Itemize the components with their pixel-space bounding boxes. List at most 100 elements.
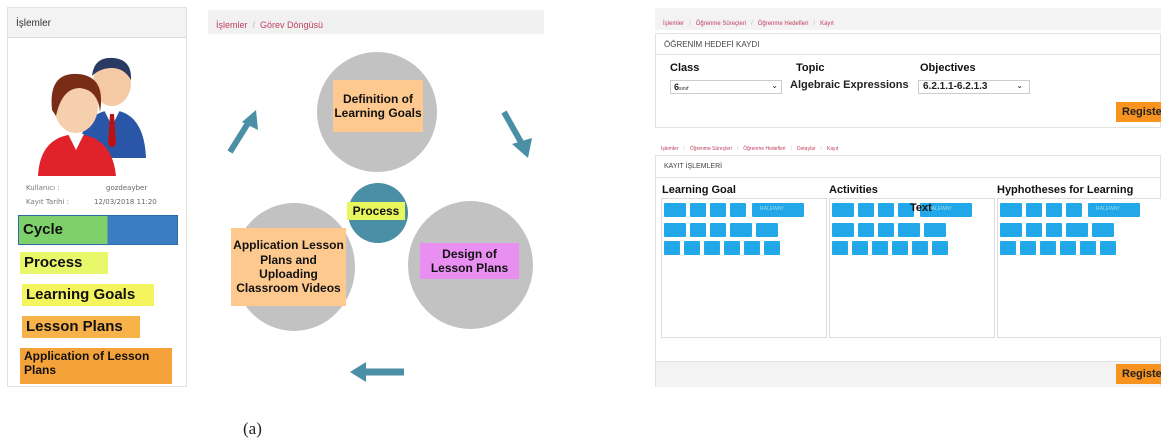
breadcrumb-item[interactable]: İşlemler <box>216 20 248 30</box>
node-design-of-lesson-plans[interactable]: Design of Lesson Plans <box>420 243 519 279</box>
font-select[interactable]: RALEWAY <box>752 203 804 217</box>
editor-toolbar-button[interactable] <box>1000 241 1016 255</box>
editor-toolbar-button[interactable] <box>664 203 686 217</box>
bold-button[interactable] <box>1026 203 1042 217</box>
hypotheses-editor[interactable]: RALEWAY <box>997 198 1161 338</box>
breadcrumb-item[interactable]: Detaylar <box>797 146 816 152</box>
editor-toolbar-button[interactable] <box>744 241 760 255</box>
menu-process[interactable]: Process <box>20 252 108 274</box>
chevron-down-icon: ⌄ <box>1016 81 1023 90</box>
menu-lesson-plans[interactable]: Lesson Plans <box>22 316 140 338</box>
font-select-label: RALEWAY <box>1096 206 1120 212</box>
objectives-label: Objectives <box>920 62 976 74</box>
breadcrumb-item[interactable]: Görev Döngüsü <box>260 20 323 30</box>
editor-toolbar-button[interactable] <box>756 223 778 237</box>
editor-toolbar-button[interactable] <box>898 223 920 237</box>
underline-button[interactable] <box>878 203 894 217</box>
form-top-breadcrumb-bar: İşlemler / Öğrenme Süreçleri / Öğrenme Hedef… <box>655 8 1161 30</box>
breadcrumb-item[interactable]: İşlemler <box>661 146 679 152</box>
form-bottom-breadcrumb-bar: İşlemler / Öğrenme Süreçleri / Öğrenme Hedef… <box>655 135 1161 152</box>
bold-button[interactable] <box>858 203 874 217</box>
editor-toolbar-button[interactable] <box>832 241 848 255</box>
editor-toolbar-button[interactable] <box>1000 223 1022 237</box>
italic-button[interactable] <box>1066 203 1082 217</box>
breadcrumb: İşlemler / Öğrenme Süreçleri / Öğrenme Hedef… <box>663 21 834 27</box>
chevron-down-icon: ⌄ <box>771 81 778 90</box>
arrow-left-icon <box>350 362 404 382</box>
editor-toolbar-button[interactable] <box>912 241 928 255</box>
diagram-breadcrumb-bar: İşlemler / Görev Döngüsü <box>208 10 544 34</box>
editor-toolbar-button[interactable] <box>730 223 752 237</box>
node-application-lesson-plans[interactable]: Application Lesson Plans and Uploading C… <box>231 228 346 306</box>
editor-toolbar-button[interactable] <box>832 223 854 237</box>
node-definition-of-learning-goals[interactable]: Definition of Learning Goals <box>333 80 423 132</box>
editor-toolbar-button[interactable] <box>1040 241 1056 255</box>
editor-toolbar-button[interactable] <box>690 223 706 237</box>
menu-process-label: Process <box>24 254 83 271</box>
register-button[interactable]: Register <box>1116 364 1161 384</box>
arrow-up-right-icon <box>227 110 258 154</box>
editor-toolbar-button[interactable] <box>704 241 720 255</box>
editor-toolbar-button[interactable] <box>764 241 780 255</box>
editor-toolbar-button[interactable] <box>858 223 874 237</box>
form-bottom-title: KAYIT İŞLEMLERİ <box>664 163 723 170</box>
underline-button[interactable] <box>1046 203 1062 217</box>
font-select-label: RALEWAY <box>760 206 784 212</box>
class-select-suffix: sınıf <box>679 86 689 92</box>
menu-application[interactable]: Application of Lesson Plans <box>20 348 172 384</box>
bold-button[interactable] <box>690 203 706 217</box>
editor-toolbar-button[interactable] <box>710 223 726 237</box>
breadcrumb-item[interactable]: Öğrenme Süreçleri <box>690 146 732 152</box>
editor-toolbar-button[interactable] <box>664 223 686 237</box>
menu-cycle[interactable]: Cycle <box>18 215 178 245</box>
topic-label: Topic <box>796 62 825 74</box>
sidebar-panel: İşlemler Kullanıcı : gozdeayber Kayıt Ta… <box>7 7 187 387</box>
activities-editor[interactable]: RALEWAY Text <box>829 198 995 338</box>
objectives-select-value: 6.2.1.1-6.2.1.3 <box>923 81 988 92</box>
editor-toolbar-button[interactable] <box>1020 241 1036 255</box>
breadcrumb-item[interactable]: Öğrenme Hedefleri <box>743 146 785 152</box>
editor-toolbar-button[interactable] <box>878 223 894 237</box>
user-label: Kullanıcı : <box>26 184 60 192</box>
editor-toolbar-button[interactable] <box>872 241 888 255</box>
form-top-panel: ÖĞRENİM HEDEFİ KAYDI Class Topic Objecti… <box>655 33 1161 128</box>
editor-toolbar-button[interactable] <box>724 241 740 255</box>
editor-toolbar-button[interactable] <box>1046 223 1062 237</box>
breadcrumb-item[interactable]: Kayıt <box>820 21 834 27</box>
avatar <box>34 48 164 178</box>
topic-field[interactable]: Algebraic Expressions <box>790 79 909 91</box>
underline-button[interactable] <box>710 203 726 217</box>
editor-toolbar-button[interactable] <box>892 241 908 255</box>
menu-application-label: Application of Lesson Plans <box>24 349 150 377</box>
learning-goal-editor[interactable]: RALEWAY <box>661 198 827 338</box>
editor-toolbar-button[interactable] <box>832 203 854 217</box>
class-label: Class <box>670 62 700 74</box>
breadcrumb-item[interactable]: İşlemler <box>663 21 684 27</box>
editor-toolbar-button[interactable] <box>932 241 948 255</box>
editor-toolbar-button[interactable] <box>1092 223 1114 237</box>
breadcrumb-item[interactable]: Kayıt <box>827 146 838 152</box>
editor-toolbar-button[interactable] <box>1060 241 1076 255</box>
editor-toolbar-button[interactable] <box>1026 223 1042 237</box>
breadcrumb: İşlemler / Öğrenme Süreçleri / Öğrenme Hedef… <box>661 146 839 152</box>
breadcrumb-item[interactable]: Öğrenme Süreçleri <box>696 21 746 27</box>
sidebar-title: İşlemler <box>8 8 186 38</box>
editor-toolbar-button[interactable] <box>852 241 868 255</box>
editor-toolbar-button[interactable] <box>1080 241 1096 255</box>
node-process[interactable]: Process <box>347 202 405 220</box>
date-label: Kayıt Tarihi : <box>26 198 70 206</box>
editor-toolbar-button[interactable] <box>924 223 946 237</box>
breadcrumb-item[interactable]: Öğrenme Hedefleri <box>758 21 809 27</box>
register-button[interactable]: Register <box>1116 102 1161 122</box>
italic-button[interactable] <box>730 203 746 217</box>
editor-toolbar-button[interactable] <box>664 241 680 255</box>
font-select[interactable]: RALEWAY <box>1088 203 1140 217</box>
editor-toolbar-button[interactable] <box>684 241 700 255</box>
class-select[interactable]: 6sınıf ⌄ <box>670 80 782 94</box>
editor-toolbar-button[interactable] <box>1100 241 1116 255</box>
objectives-select[interactable]: 6.2.1.1-6.2.1.3 ⌄ <box>918 80 1030 94</box>
editor-toolbar-button[interactable] <box>1000 203 1022 217</box>
menu-learning-goals[interactable]: Learning Goals <box>22 284 154 306</box>
editor-toolbar-button[interactable] <box>1066 223 1088 237</box>
menu-learning-goals-label: Learning Goals <box>26 286 136 303</box>
